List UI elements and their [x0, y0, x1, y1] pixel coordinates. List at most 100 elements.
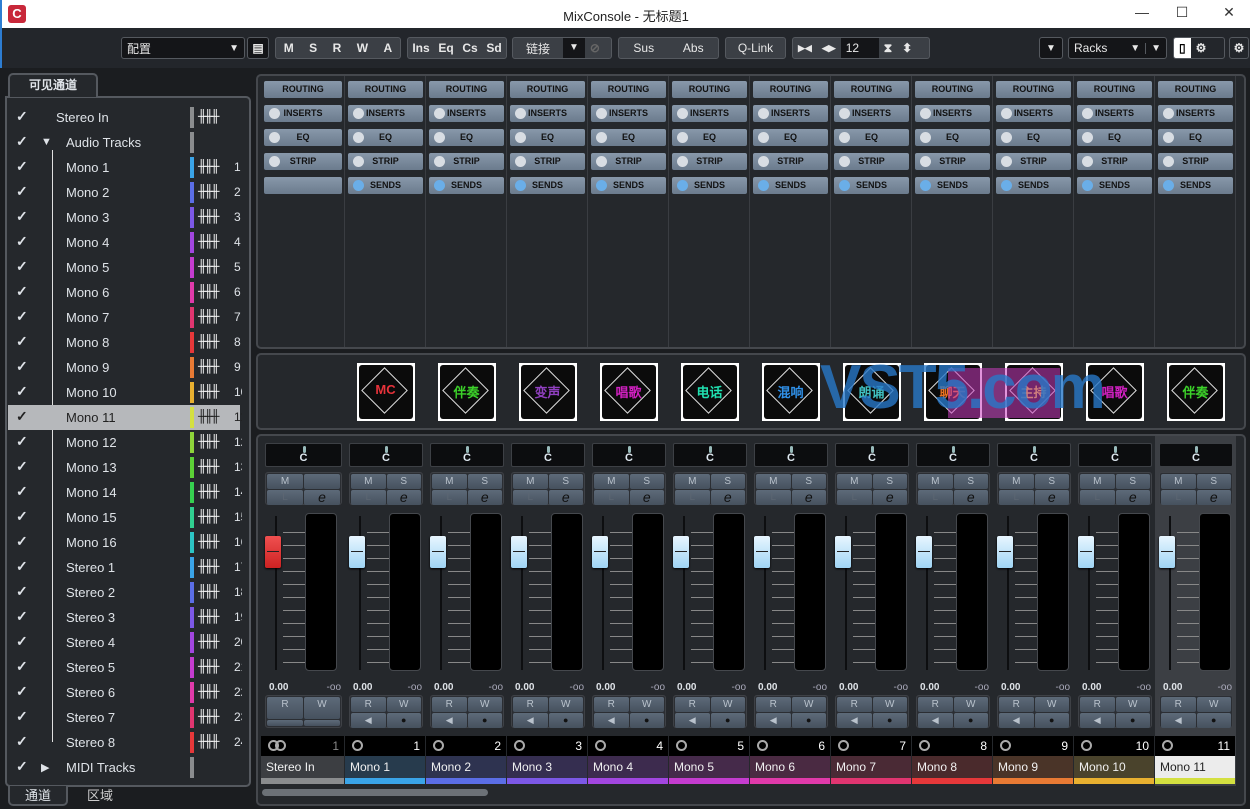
- monitor-button[interactable]: ◀: [351, 713, 386, 728]
- channel-name[interactable]: Mono 6: [750, 756, 830, 778]
- record-enable-button[interactable]: ●: [1034, 713, 1069, 728]
- volume-value[interactable]: 0.00: [839, 682, 858, 693]
- rack-eq-power-icon[interactable]: [1163, 132, 1174, 143]
- write-button[interactable]: W: [386, 697, 421, 712]
- edit-channel-button[interactable]: e: [953, 490, 988, 505]
- solo-all-button[interactable]: S: [304, 41, 322, 55]
- edit-channel-button[interactable]: e: [467, 490, 502, 505]
- rack-sends-power-icon[interactable]: [434, 180, 445, 191]
- listen-button[interactable]: L: [513, 490, 548, 505]
- monitor-button[interactable]: ◀: [513, 713, 548, 728]
- channel-name[interactable]: Mono 8: [912, 756, 992, 778]
- monitor-button[interactable]: ◀: [594, 713, 629, 728]
- rack-inserts-power-icon[interactable]: [515, 108, 526, 119]
- checkmark-icon[interactable]: ✓: [16, 308, 28, 325]
- eq-toggle[interactable]: Eq: [438, 41, 453, 55]
- channel-count-field[interactable]: 12: [840, 38, 879, 58]
- solo-button[interactable]: S: [953, 474, 988, 489]
- rack-inserts-power-icon[interactable]: [353, 108, 364, 119]
- list-item[interactable]: ✓ Stereo 6 ╫╫╫ 22: [8, 680, 242, 705]
- rack-inserts-button[interactable]: INSERTS: [753, 105, 828, 122]
- rack-eq-power-icon[interactable]: [1082, 132, 1093, 143]
- volume-value[interactable]: 0.00: [1001, 682, 1020, 693]
- rack-eq-power-icon[interactable]: [596, 132, 607, 143]
- checkmark-icon[interactable]: ✓: [16, 383, 28, 400]
- checkmark-icon[interactable]: ✓: [16, 458, 28, 475]
- volume-value[interactable]: 0.00: [596, 682, 615, 693]
- pan-control[interactable]: C: [265, 443, 342, 467]
- meter-peak-value[interactable]: -oo: [813, 682, 827, 693]
- rack-inserts-power-icon[interactable]: [1082, 108, 1093, 119]
- channel-name[interactable]: Mono 10: [1074, 756, 1154, 778]
- zone-settings-icon[interactable]: ⚙: [1191, 41, 1212, 55]
- rack-routing-button[interactable]: ROUTING: [996, 81, 1071, 98]
- rack-eq-power-icon[interactable]: [758, 132, 769, 143]
- list-item[interactable]: ✓ Mono 15 ╫╫╫ 15: [8, 505, 242, 530]
- rack-sends-button[interactable]: SENDS: [672, 177, 747, 194]
- monitor-button[interactable]: [267, 719, 303, 726]
- rack-sends-button[interactable]: SENDS: [753, 177, 828, 194]
- rack-sends-button[interactable]: SENDS: [510, 177, 585, 194]
- edit-channel-button[interactable]: e: [386, 490, 421, 505]
- pan-control[interactable]: C: [511, 443, 585, 467]
- mute-button[interactable]: M: [351, 474, 386, 489]
- rack-routing-button[interactable]: ROUTING: [264, 81, 342, 98]
- volume-value[interactable]: 0.00: [677, 682, 696, 693]
- rack-sends-power-icon[interactable]: [758, 180, 769, 191]
- solo-button[interactable]: S: [1034, 474, 1069, 489]
- rack-inserts-button[interactable]: INSERTS: [672, 105, 747, 122]
- rack-sends-button[interactable]: SENDS: [348, 177, 423, 194]
- write-button[interactable]: W: [872, 697, 907, 712]
- channel-picture[interactable]: 伴奏: [437, 363, 496, 421]
- rack-sends-button[interactable]: SENDS: [1077, 177, 1152, 194]
- volume-fader-handle[interactable]: [997, 536, 1013, 568]
- rack-routing-button[interactable]: ROUTING: [915, 81, 990, 98]
- racks-menu-icon[interactable]: ▼: [1145, 42, 1166, 54]
- monitor-button[interactable]: ◀: [675, 713, 710, 728]
- record-enable-button[interactable]: ●: [1115, 713, 1150, 728]
- listen-button[interactable]: L: [837, 490, 872, 505]
- listen-button[interactable]: L: [432, 490, 467, 505]
- checkmark-icon[interactable]: ✓: [16, 333, 28, 350]
- volume-fader-handle[interactable]: [673, 536, 689, 568]
- list-item[interactable]: ✓ ▶ MIDI Tracks: [8, 755, 240, 780]
- checkmark-icon[interactable]: ✓: [16, 608, 28, 625]
- channel-name[interactable]: Mono 5: [669, 756, 749, 778]
- checkmark-icon[interactable]: ✓: [16, 633, 28, 650]
- config-list-button[interactable]: ▤: [247, 37, 269, 59]
- edit-channel-button[interactable]: e: [629, 490, 664, 505]
- rack-sends-button[interactable]: SENDS: [915, 177, 990, 194]
- pan-control[interactable]: C: [430, 443, 504, 467]
- rack-strip-power-icon[interactable]: [839, 156, 850, 167]
- volume-value[interactable]: 0.00: [1163, 682, 1182, 693]
- rack-routing-button[interactable]: ROUTING: [591, 81, 666, 98]
- rack-strip-button[interactable]: STRIP: [264, 153, 342, 170]
- edit-channel-button[interactable]: e: [710, 490, 745, 505]
- rack-routing-button[interactable]: ROUTING: [834, 81, 909, 98]
- rack-sends-power-icon[interactable]: [1163, 180, 1174, 191]
- channel-picture[interactable]: 电话: [680, 363, 739, 421]
- mute-button[interactable]: M: [594, 474, 629, 489]
- rack-sends-power-icon[interactable]: [596, 180, 607, 191]
- mute-button[interactable]: M: [1080, 474, 1115, 489]
- config-select[interactable]: 配置 ▼: [121, 37, 245, 59]
- write-button[interactable]: W: [304, 697, 340, 719]
- rack-strip-button[interactable]: STRIP: [1158, 153, 1233, 170]
- monitor-button[interactable]: ◀: [1161, 713, 1196, 728]
- list-item[interactable]: ✓ ▼ Audio Tracks: [8, 130, 240, 155]
- channel-picture[interactable]: 伴奏: [1166, 363, 1225, 421]
- rack-routing-button[interactable]: ROUTING: [753, 81, 828, 98]
- checkmark-icon[interactable]: ✓: [16, 683, 28, 700]
- pan-control[interactable]: C: [592, 443, 666, 467]
- meter-peak-value[interactable]: -oo: [732, 682, 746, 693]
- list-item[interactable]: ✓ Mono 1 ╫╫╫ 1: [8, 155, 241, 180]
- monitor-button[interactable]: ◀: [918, 713, 953, 728]
- pan-control[interactable]: C: [835, 443, 909, 467]
- pan-control[interactable]: C: [916, 443, 990, 467]
- record-enable-button[interactable]: ●: [548, 713, 583, 728]
- rack-strip-button[interactable]: STRIP: [429, 153, 504, 170]
- meter-peak-value[interactable]: -oo: [894, 682, 908, 693]
- edit-channel-button[interactable]: e: [872, 490, 907, 505]
- rack-strip-power-icon[interactable]: [677, 156, 688, 167]
- write-button[interactable]: W: [548, 697, 583, 712]
